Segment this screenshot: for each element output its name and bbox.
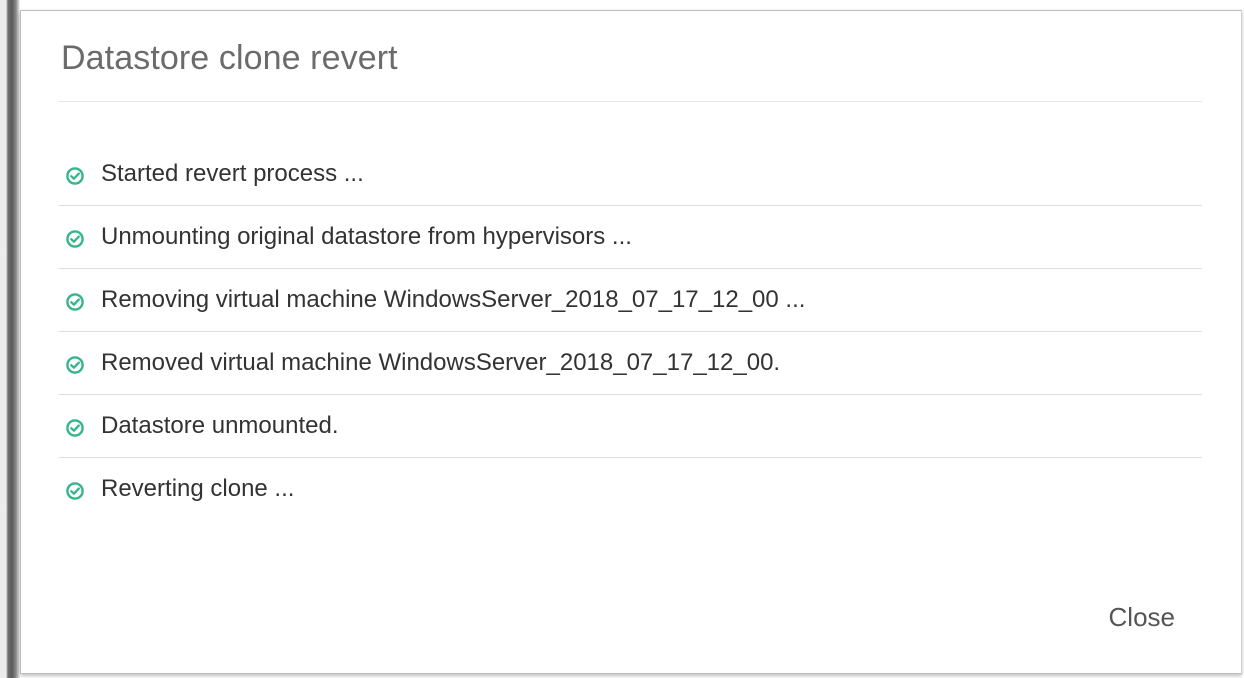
dialog-title: Datastore clone revert xyxy=(61,39,398,77)
log-item: Started revert process ... xyxy=(59,143,1202,206)
log-item: Removed virtual machine WindowsServer_20… xyxy=(59,332,1202,395)
progress-log-list: Started revert process ... Unmounting or… xyxy=(59,143,1202,521)
check-circle-icon xyxy=(66,293,84,311)
log-item: Reverting clone ... xyxy=(59,458,1202,521)
log-item-text: Started revert process ... xyxy=(101,160,364,187)
log-item-text: Unmounting original datastore from hyper… xyxy=(101,223,632,250)
check-circle-icon xyxy=(66,356,84,374)
check-circle-icon xyxy=(66,419,84,437)
title-divider xyxy=(59,101,1202,102)
close-button[interactable]: Close xyxy=(1109,602,1175,633)
log-item-text: Removing virtual machine WindowsServer_2… xyxy=(101,286,806,313)
check-circle-icon xyxy=(66,167,84,185)
log-item: Unmounting original datastore from hyper… xyxy=(59,206,1202,269)
check-circle-icon xyxy=(66,482,84,500)
log-item: Removing virtual machine WindowsServer_2… xyxy=(59,269,1202,332)
log-item-text: Removed virtual machine WindowsServer_20… xyxy=(101,349,781,376)
revert-dialog: Datastore clone revert Started revert pr… xyxy=(20,10,1242,674)
log-item: Datastore unmounted. xyxy=(59,395,1202,458)
log-item-text: Datastore unmounted. xyxy=(101,412,339,439)
background-window-edge xyxy=(0,0,20,678)
log-item-text: Reverting clone ... xyxy=(101,475,295,502)
check-circle-icon xyxy=(66,230,84,248)
